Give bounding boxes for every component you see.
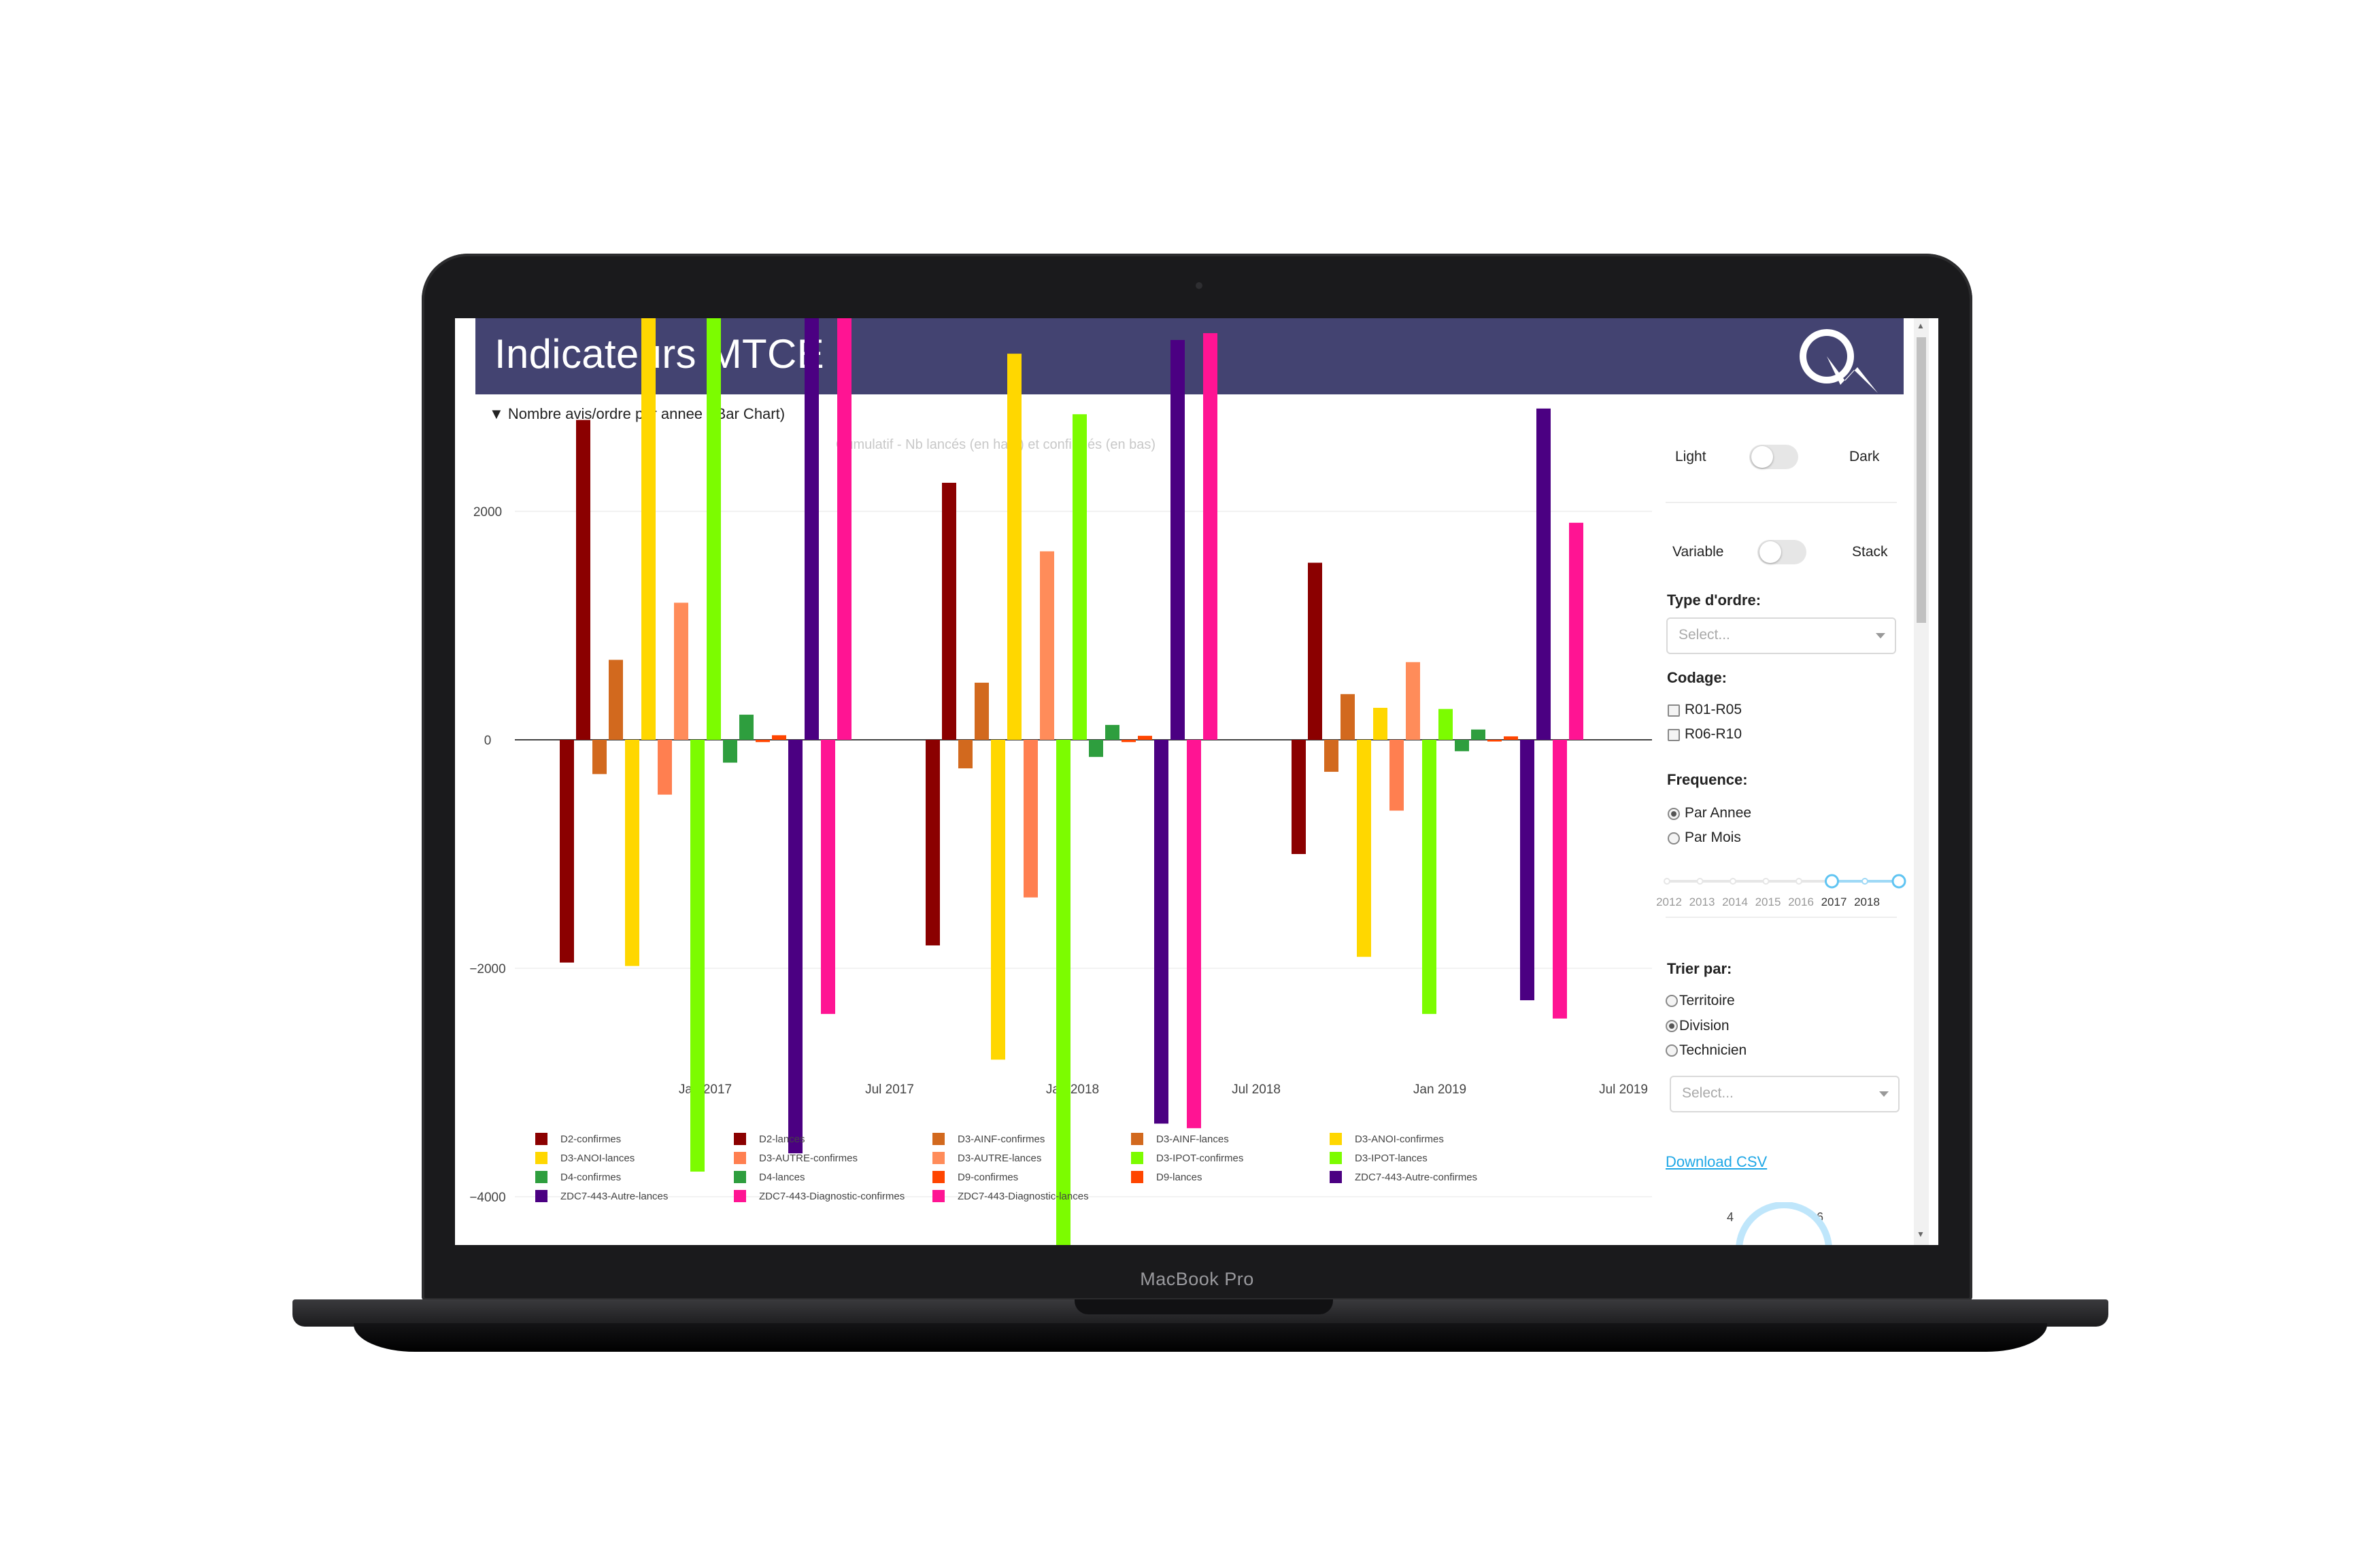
app-screen: Indicateurs MTCE ▲ ▼ ▼ Nombre avis/ordre… [455, 318, 1938, 1245]
slider-dot [1861, 878, 1868, 885]
trier-option-technicien: Technicien [1679, 1042, 1747, 1058]
trier-option-territoire: Territoire [1679, 993, 1735, 1008]
device-brand: MacBook Pro [1140, 1269, 1254, 1289]
slider-year-label: 2014 [1722, 896, 1748, 908]
slider-dot [1796, 878, 1802, 885]
gauge-tick: 4 [1727, 1210, 1734, 1224]
trier-par-label: Trier par: [1667, 960, 1732, 977]
laptop-base-bottom [354, 1323, 2047, 1352]
trier-radio-territoire[interactable] [1666, 995, 1678, 1007]
download-csv-link[interactable]: Download CSV [1666, 1153, 1767, 1171]
slider-year-label: 2016 [1788, 896, 1814, 908]
slider-year-label: 2018 [1854, 896, 1880, 908]
laptop-notch [1075, 1299, 1333, 1314]
trier-radio-division[interactable] [1666, 1020, 1678, 1032]
trier-par-select[interactable]: Select... [1670, 1076, 1900, 1112]
slider-year-label: 2015 [1755, 896, 1781, 908]
slider-dot [1696, 878, 1704, 885]
slider-dot [1762, 878, 1770, 885]
slider-year-label: 2013 [1689, 896, 1715, 908]
slider-dot [1664, 878, 1670, 885]
divider [1666, 917, 1897, 918]
camera-icon [1196, 282, 1202, 289]
slider-year-label: 2012 [1656, 896, 1682, 908]
slider-dot [1730, 878, 1736, 885]
gauge: 4 6 [1727, 1202, 1832, 1245]
chevron-down-icon [1879, 1091, 1889, 1097]
slider-handle-end[interactable] [1891, 874, 1906, 889]
trier-option-division: Division [1679, 1018, 1730, 1034]
slider-handle-start[interactable] [1825, 874, 1839, 889]
trier-par-placeholder: Select... [1682, 1085, 1734, 1101]
slider-year-label: 2017 [1821, 896, 1847, 908]
gauge-arc [1736, 1202, 1832, 1245]
trier-radio-technicien[interactable] [1666, 1044, 1678, 1057]
